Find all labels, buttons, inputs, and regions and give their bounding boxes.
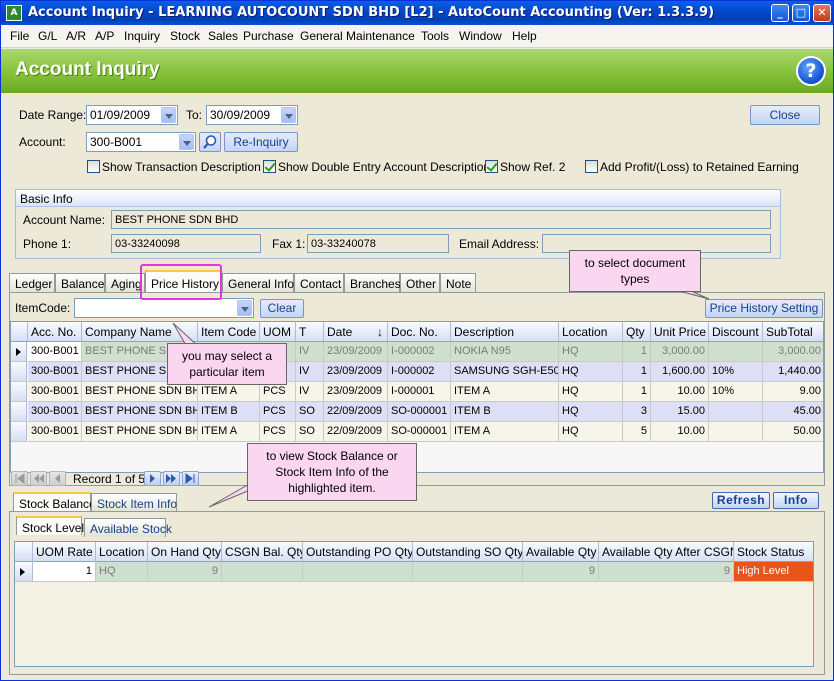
select-item-callout: you may select a particular item	[167, 343, 287, 385]
doc-types-callout: to select document types	[569, 250, 701, 292]
account-inquiry-window: A Account Inquiry - LEARNING AUTOCOUNT S…	[0, 0, 834, 681]
stock-info-callout: to view Stock Balance or Stock Item Info…	[247, 443, 417, 501]
callout-pointers	[172, 282, 710, 508]
